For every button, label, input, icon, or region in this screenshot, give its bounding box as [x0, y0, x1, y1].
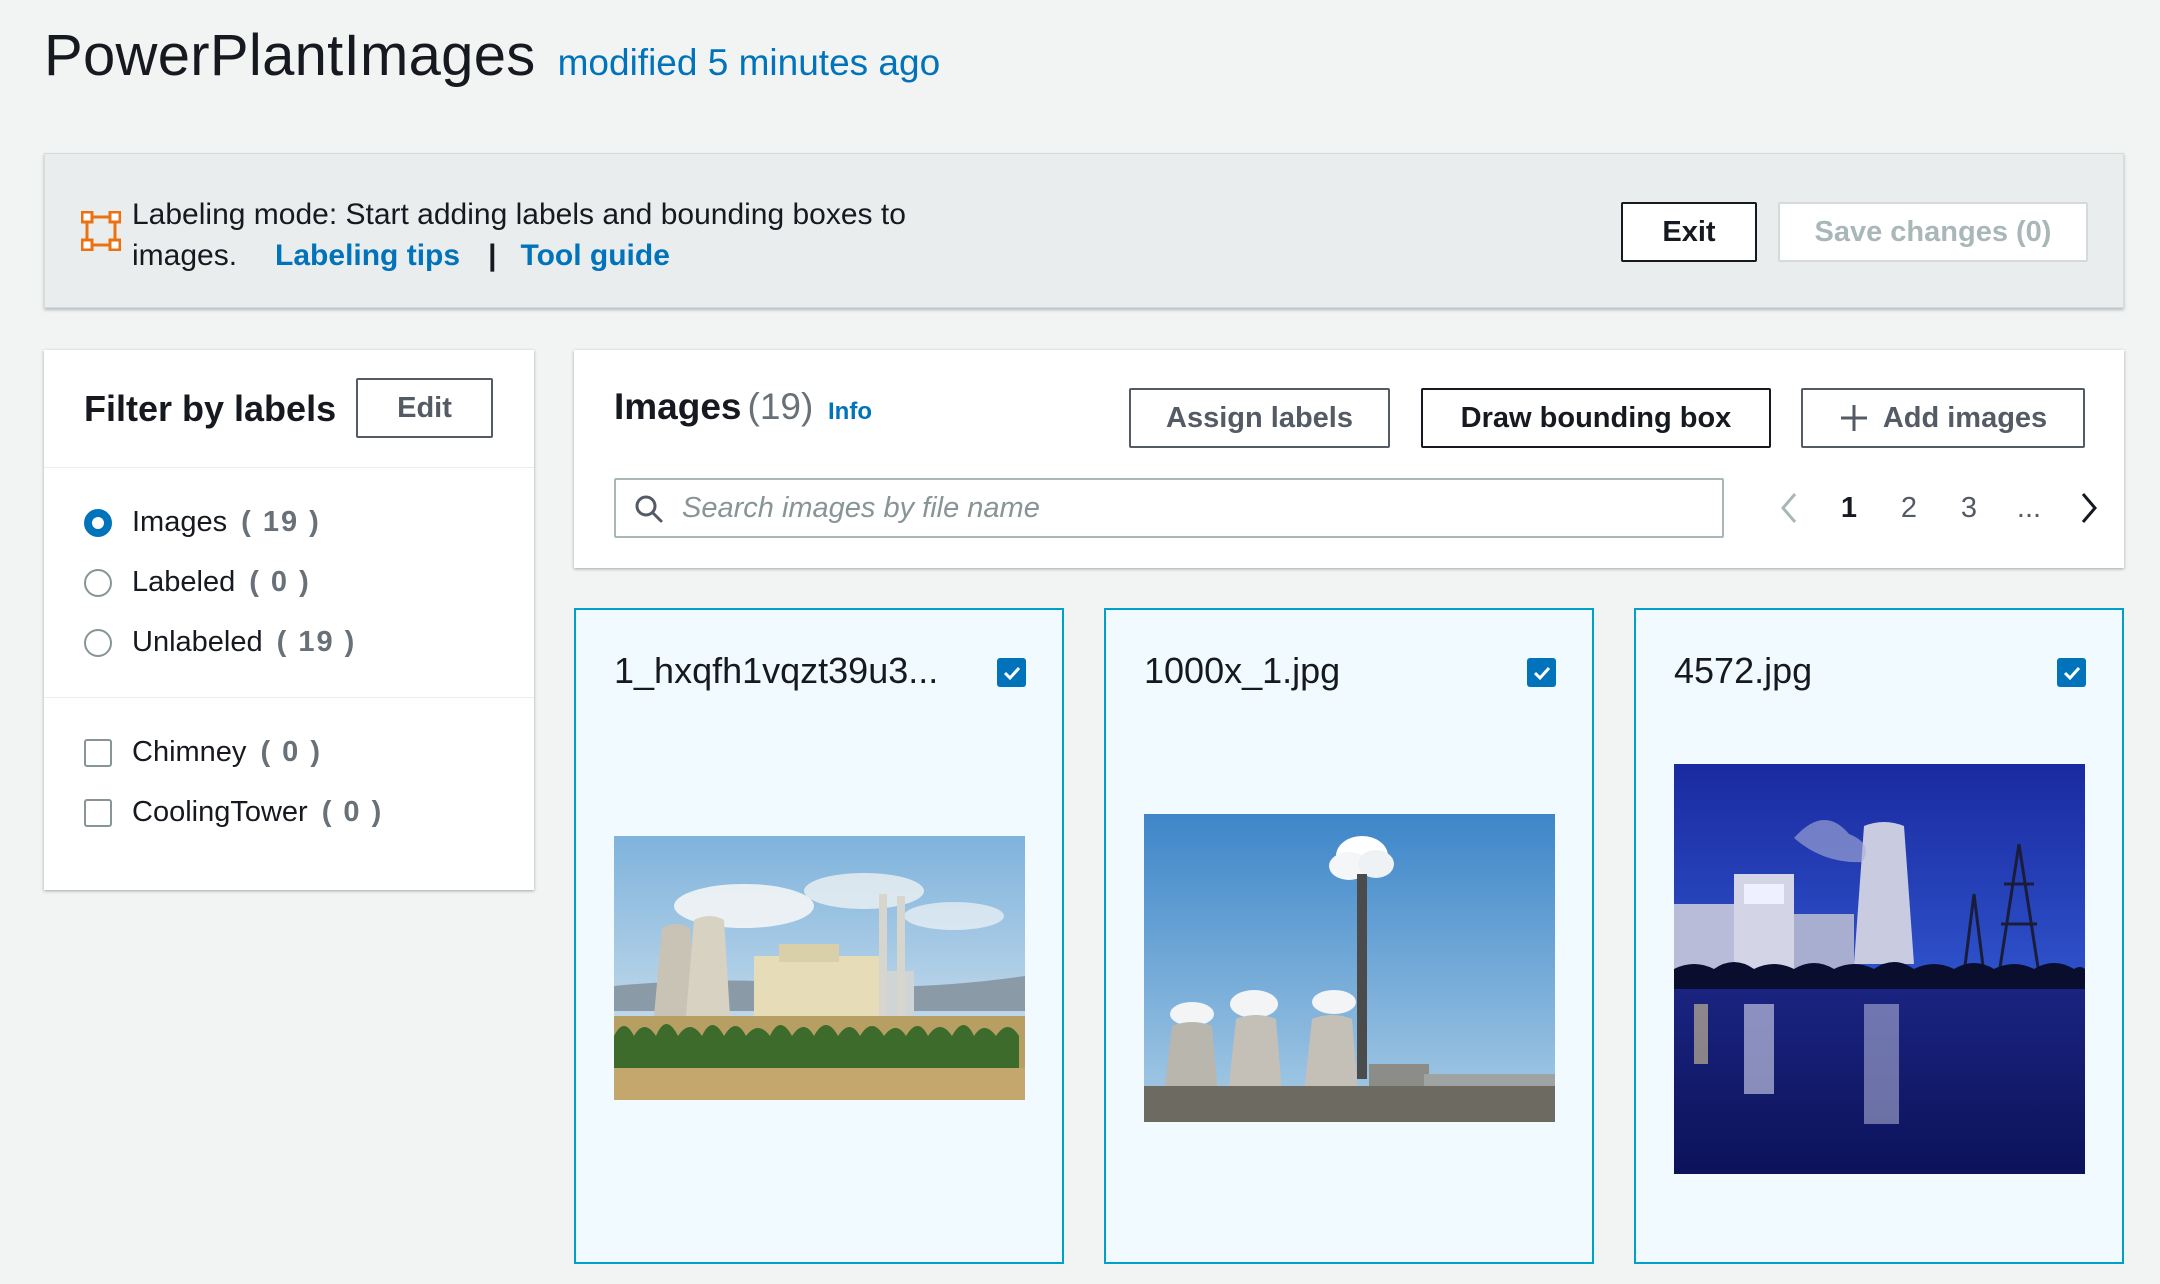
page-2-button[interactable]: 2	[1879, 492, 1939, 525]
radio-button[interactable]	[84, 628, 112, 657]
banner-text-line1: Labeling mode: Start adding labels and b…	[132, 198, 906, 231]
power-plant-photo	[1144, 814, 1555, 1122]
power-plant-photo	[1674, 764, 2085, 1174]
link-separator: |	[488, 239, 497, 272]
image-file-name: 1000x_1.jpg	[1144, 650, 1341, 691]
filter-option-labeled[interactable]: Labeled ( 0 )	[84, 566, 311, 599]
page-1-button[interactable]: 1	[1819, 492, 1879, 525]
filter-option-count: ( 0 )	[249, 566, 311, 598]
image-filter-group: Images ( 19 ) Labeled ( 0 ) Unlabeled ( …	[44, 468, 534, 698]
image-card[interactable]: 1000x_1.jpg	[1104, 608, 1594, 1264]
filter-option-label: Unlabeled	[132, 626, 263, 658]
add-images-button[interactable]: Add images	[1801, 388, 2085, 448]
images-count: (19)	[747, 386, 814, 427]
exit-button[interactable]: Exit	[1621, 202, 1757, 262]
label-option-count: ( 0 )	[260, 736, 322, 768]
radio-button[interactable]	[84, 568, 112, 597]
edit-labels-button[interactable]: Edit	[356, 378, 493, 438]
chevron-left-icon	[1781, 493, 1797, 523]
filter-option-unlabeled[interactable]: Unlabeled ( 19 )	[84, 626, 356, 659]
draw-bounding-box-button[interactable]: Draw bounding box	[1421, 388, 1771, 448]
page-title: PowerPlantImages	[44, 23, 536, 88]
checkmark-icon	[1003, 666, 1020, 680]
checkmark-icon	[1533, 666, 1550, 680]
filter-option-label: Labeled	[132, 566, 236, 598]
filter-panel: Filter by labels Edit Images ( 19 ) Labe…	[44, 350, 534, 890]
bounding-box-icon	[81, 211, 121, 251]
banner-text-line2: images.	[132, 239, 238, 272]
radio-button[interactable]	[84, 508, 112, 537]
checkbox[interactable]	[84, 798, 112, 827]
labeling-mode-banner: Labeling mode: Start adding labels and b…	[44, 153, 2124, 308]
label-option-name: Chimney	[132, 736, 247, 768]
page-header: PowerPlantImages modified 5 minutes ago	[44, 22, 940, 89]
filter-option-count: ( 19 )	[241, 506, 321, 538]
next-page-button[interactable]	[2059, 488, 2119, 528]
image-card[interactable]: 4572.jpg	[1634, 608, 2124, 1264]
plus-icon	[1840, 405, 1867, 431]
modified-timestamp: modified 5 minutes ago	[557, 42, 941, 83]
checkmark-icon	[2063, 666, 2080, 680]
page-ellipsis: ...	[2016, 491, 2042, 524]
images-panel: Images (19) Info Assign labels Draw bound…	[574, 350, 2124, 568]
image-file-name: 4572.jpg	[1674, 650, 1813, 691]
page-3-button[interactable]: 3	[1939, 492, 1999, 525]
pagination: 1 2 3 ...	[1759, 480, 2119, 536]
tool-guide-link[interactable]: Tool guide	[520, 239, 669, 272]
images-title: Images	[614, 386, 742, 427]
image-checkbox[interactable]	[1527, 658, 1556, 687]
label-option-count: ( 0 )	[321, 796, 384, 828]
label-filter-group: Chimney ( 0 ) CoolingTower ( 0 )	[44, 698, 534, 888]
label-option-name: CoolingTower	[132, 796, 308, 828]
checkbox[interactable]	[84, 738, 112, 767]
search-box[interactable]	[614, 478, 1724, 538]
assign-labels-button[interactable]: Assign labels	[1129, 388, 1390, 448]
images-heading: Images (19)	[614, 386, 813, 428]
filter-title: Filter by labels	[84, 388, 337, 429]
image-file-name: 1_hxqfh1vqzt39u3...	[614, 650, 939, 691]
filter-header: Filter by labels Edit	[44, 350, 534, 468]
info-link[interactable]: Info	[828, 398, 872, 426]
filter-option-images[interactable]: Images ( 19 )	[84, 506, 321, 539]
image-checkbox[interactable]	[2057, 658, 2086, 687]
chevron-right-icon	[2081, 493, 2097, 523]
filter-option-count: ( 19 )	[276, 626, 357, 658]
labeling-tips-link[interactable]: Labeling tips	[275, 239, 460, 272]
search-icon	[635, 495, 663, 523]
add-images-label: Add images	[1882, 401, 2048, 434]
filter-option-label: Images	[132, 506, 228, 538]
label-option-coolingtower[interactable]: CoolingTower ( 0 )	[84, 796, 383, 829]
label-option-chimney[interactable]: Chimney ( 0 )	[84, 736, 322, 769]
image-card[interactable]: 1_hxqfh1vqzt39u3...	[574, 608, 1064, 1264]
power-plant-photo	[614, 836, 1025, 1100]
image-checkbox[interactable]	[997, 658, 1026, 687]
banner-message: Labeling mode: Start adding labels and b…	[132, 194, 992, 276]
save-changes-button[interactable]: Save changes (0)	[1778, 202, 2088, 262]
search-input[interactable]	[682, 488, 1702, 528]
previous-page-button[interactable]	[1759, 488, 1819, 528]
